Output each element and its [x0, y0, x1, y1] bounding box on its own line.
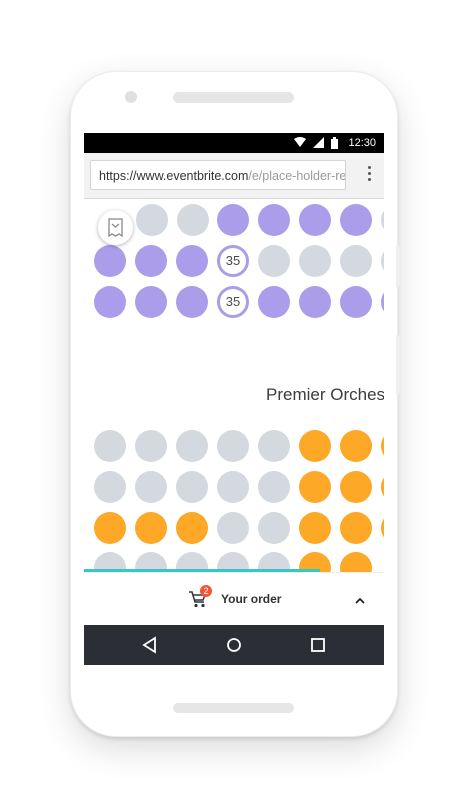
seat[interactable]: [176, 512, 208, 544]
seat[interactable]: [299, 204, 331, 236]
seat: [176, 471, 208, 503]
seat[interactable]: [299, 286, 331, 318]
bottom-speaker: [173, 703, 294, 713]
url-domain: https://www.eventbrite.com: [99, 169, 249, 183]
browser-toolbar: https://www.eventbrite.com/e/place-holde…: [84, 153, 384, 199]
seat[interactable]: [94, 512, 126, 544]
seat: [258, 512, 290, 544]
seat: [381, 245, 384, 277]
top-speaker: [173, 92, 294, 103]
url-field[interactable]: https://www.eventbrite.com/e/place-holde…: [90, 160, 346, 190]
seat[interactable]: [217, 204, 249, 236]
battery-icon: [331, 137, 338, 152]
seat: [176, 430, 208, 462]
seat: [135, 471, 167, 503]
seat[interactable]: [299, 430, 331, 462]
seat[interactable]: [258, 286, 290, 318]
cart-count-badge: 2: [200, 585, 212, 597]
seat[interactable]: [340, 512, 372, 544]
seat[interactable]: [94, 245, 126, 277]
seat-map[interactable]: 35 35 Premier Orches: [84, 199, 384, 584]
seat[interactable]: [135, 512, 167, 544]
seat: [136, 204, 168, 236]
seat[interactable]: [340, 471, 372, 503]
seat[interactable]: [381, 471, 384, 503]
seat: [258, 471, 290, 503]
seat[interactable]: [381, 512, 384, 544]
seat[interactable]: [340, 204, 372, 236]
seat: [299, 245, 331, 277]
seat: [177, 204, 209, 236]
signal-icon: [313, 137, 324, 151]
order-bar[interactable]: 2 Your order: [84, 572, 384, 625]
seat: [94, 430, 126, 462]
seat[interactable]: [176, 245, 208, 277]
seat[interactable]: [135, 245, 167, 277]
android-nav-bar: [84, 625, 384, 665]
selected-seat[interactable]: 35: [217, 245, 249, 277]
section-label: Premier Orches: [266, 385, 384, 404]
home-icon[interactable]: [225, 636, 243, 654]
recents-icon[interactable]: [309, 636, 327, 654]
back-icon[interactable]: [141, 636, 159, 654]
status-bar: 12:30: [84, 133, 384, 153]
seat: [217, 471, 249, 503]
selected-seat[interactable]: 35: [217, 286, 249, 318]
seat[interactable]: [381, 430, 384, 462]
side-button-power: [396, 335, 400, 395]
seat[interactable]: [340, 430, 372, 462]
seat[interactable]: [135, 286, 167, 318]
ticket-icon: [108, 218, 123, 242]
front-camera: [125, 91, 137, 103]
seat[interactable]: [94, 286, 126, 318]
seat[interactable]: [258, 204, 290, 236]
wifi-icon: [294, 137, 306, 151]
chevron-up-icon[interactable]: [354, 593, 366, 604]
your-order-label: Your order: [221, 592, 282, 606]
seat[interactable]: [299, 471, 331, 503]
side-button-volume: [396, 245, 400, 287]
menu-dots-icon[interactable]: [368, 166, 372, 184]
seat[interactable]: [340, 286, 372, 318]
ticket-button[interactable]: [98, 210, 133, 245]
seat: [258, 430, 290, 462]
seat: [217, 512, 249, 544]
status-time: 12:30: [348, 137, 376, 149]
seat: [258, 245, 290, 277]
seat[interactable]: [381, 286, 384, 318]
seat: [340, 245, 372, 277]
seat: [217, 430, 249, 462]
url-path: /e/place-holder-re: [248, 169, 346, 183]
seat: [135, 430, 167, 462]
seat: [94, 471, 126, 503]
seat[interactable]: [176, 286, 208, 318]
seat: [381, 204, 384, 236]
seat[interactable]: [299, 512, 331, 544]
screen: 12:30 https://www.eventbrite.com/e/place…: [84, 133, 384, 665]
